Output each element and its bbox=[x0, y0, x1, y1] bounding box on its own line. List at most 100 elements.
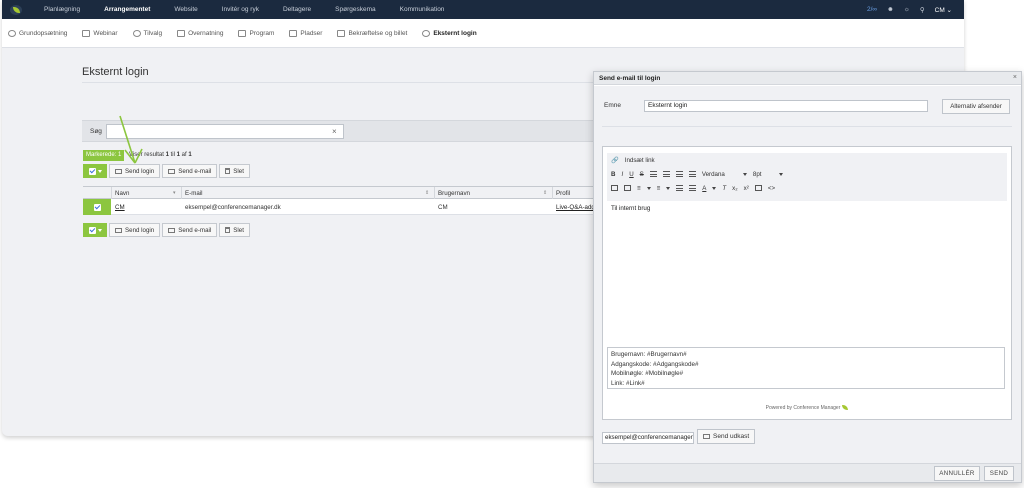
user-menu[interactable]: CM ⌄ bbox=[935, 6, 952, 14]
nav-arrangementet[interactable]: Arrangementet bbox=[104, 6, 150, 13]
align-right-icon[interactable] bbox=[675, 171, 683, 177]
send-email-button[interactable]: Send e-mail bbox=[162, 164, 218, 178]
dialog-header: Send e-mail til login × bbox=[594, 72, 1021, 85]
search-icon[interactable]: ⚲ bbox=[920, 6, 925, 14]
insert-link-button[interactable]: Indsæt link bbox=[625, 157, 655, 164]
chevron-down-icon: ⌄ bbox=[946, 6, 952, 14]
checkbox-icon bbox=[88, 167, 96, 175]
caret-down-icon bbox=[97, 228, 102, 232]
row-checkbox[interactable] bbox=[83, 199, 111, 215]
font-size-select[interactable]: 8pt bbox=[753, 171, 784, 178]
tab-eksternt-login[interactable]: Eksternt login bbox=[422, 29, 477, 37]
source-code-icon[interactable]: <> bbox=[768, 185, 775, 192]
align-left-icon[interactable] bbox=[649, 171, 657, 177]
align-center-icon[interactable] bbox=[662, 171, 670, 177]
nav-website[interactable]: Website bbox=[174, 6, 197, 13]
powered-by: Powered by Conference Manager bbox=[603, 405, 1011, 411]
editor-body-text[interactable]: Til internt brug bbox=[611, 205, 650, 212]
login-variables-box[interactable]: Brugernavn: #Brugernavn# Adgangskode: #A… bbox=[607, 347, 1005, 389]
checkbox-icon bbox=[93, 203, 101, 211]
cancel-button[interactable]: ANNULLÉR bbox=[934, 466, 980, 481]
table-icon[interactable] bbox=[624, 185, 631, 191]
col-email[interactable]: E-mail bbox=[185, 190, 203, 197]
align-justify-icon[interactable] bbox=[688, 171, 696, 177]
search-label: Søg bbox=[90, 128, 102, 135]
numbered-list-icon[interactable]: ≡ bbox=[657, 185, 661, 192]
send-login-button[interactable]: Send login bbox=[109, 223, 161, 237]
license-count[interactable]: 2/∞ bbox=[867, 6, 877, 13]
tab-tilvalg[interactable]: Tilvalg bbox=[132, 29, 162, 37]
col-navn[interactable]: Navn bbox=[115, 190, 129, 197]
outdent-icon[interactable] bbox=[676, 185, 684, 191]
image-icon[interactable] bbox=[611, 185, 618, 191]
send-draft-button[interactable]: Send udkast bbox=[697, 429, 756, 444]
delete-button[interactable]: Slet bbox=[219, 223, 250, 237]
divider bbox=[602, 126, 1012, 127]
var-link: Link: #Link# bbox=[611, 379, 645, 387]
tab-grundopsaetning[interactable]: Grundopsætning bbox=[8, 29, 67, 37]
close-icon[interactable]: × bbox=[1013, 74, 1017, 81]
bullet-list-icon[interactable]: ≡ bbox=[637, 185, 641, 192]
table-row[interactable]: CM eksempel@conferencemanager.dk CM Live… bbox=[83, 199, 603, 215]
puzzle-icon bbox=[132, 29, 141, 37]
people-icon[interactable]: ☻ bbox=[887, 6, 894, 13]
nav-deltagere[interactable]: Deltagere bbox=[283, 6, 311, 13]
nav-kommunikation[interactable]: Kommunikation bbox=[400, 6, 445, 13]
indent-icon[interactable] bbox=[689, 185, 697, 191]
sort-icon[interactable]: ▾ bbox=[173, 190, 176, 196]
tab-overnatning[interactable]: Overnatning bbox=[177, 29, 223, 37]
text-color-icon[interactable]: A bbox=[702, 185, 706, 192]
nav-planlaegning[interactable]: Planlægning bbox=[44, 6, 80, 13]
globe-icon[interactable]: ☼ bbox=[904, 6, 910, 13]
caret-down-icon bbox=[97, 169, 102, 173]
logins-table: Navn ▾ E-mail ⇕ Brugernavn ⇕ Profil CM e… bbox=[83, 186, 603, 215]
gear-icon bbox=[8, 29, 16, 37]
envelope-icon bbox=[168, 168, 176, 174]
trash-icon bbox=[225, 168, 231, 174]
superscript-icon[interactable]: x² bbox=[744, 185, 749, 192]
caret-down-icon[interactable] bbox=[666, 186, 671, 190]
send-button[interactable]: SEND bbox=[984, 466, 1014, 481]
clear-format-icon[interactable]: T bbox=[722, 185, 726, 192]
conference-manager-logo[interactable] bbox=[10, 4, 22, 15]
subscript-icon[interactable]: x₂ bbox=[732, 185, 738, 192]
underline-icon[interactable]: U bbox=[629, 171, 633, 178]
col-profil[interactable]: Profil bbox=[556, 190, 570, 197]
col-brugernavn[interactable]: Brugernavn bbox=[438, 190, 470, 197]
envelope-icon bbox=[115, 227, 122, 233]
sort-icon[interactable]: ⇕ bbox=[543, 190, 547, 196]
rich-text-editor[interactable]: 🔗 Indsæt link B I U S Verdana 8pt ≡ ≡ A … bbox=[602, 146, 1012, 420]
subject-input[interactable]: Eksternt login bbox=[644, 100, 928, 112]
paste-icon[interactable] bbox=[754, 185, 762, 191]
tab-pladser[interactable]: Pladser bbox=[289, 29, 322, 37]
row-email: eksempel@conferencemanager.dk bbox=[185, 204, 281, 211]
tab-bekraeftelse[interactable]: Bekræftelse og billet bbox=[337, 29, 407, 37]
nav-inviter-og-ryk[interactable]: Invitér og ryk bbox=[222, 6, 259, 13]
tab-webinar[interactable]: Webinar bbox=[82, 29, 118, 37]
var-password: Adgangskode: #Adgangskode# bbox=[611, 360, 699, 368]
row-name-link[interactable]: CM bbox=[115, 204, 125, 211]
italic-icon[interactable]: I bbox=[621, 171, 623, 178]
dialog-title: Send e-mail til login bbox=[599, 75, 661, 82]
clear-icon[interactable]: × bbox=[332, 127, 337, 136]
select-all-dropdown[interactable] bbox=[83, 223, 107, 237]
var-username: Brugernavn: #Brugernavn# bbox=[611, 351, 687, 358]
row-username: CM bbox=[438, 204, 448, 211]
tab-program[interactable]: Program bbox=[238, 29, 274, 37]
sort-icon[interactable]: ⇕ bbox=[425, 190, 429, 196]
nav-spoergeskema[interactable]: Spørgeskema bbox=[335, 6, 375, 13]
row-profile-link[interactable]: Live-Q&A-adg bbox=[556, 204, 595, 211]
delete-button[interactable]: Slet bbox=[219, 164, 250, 178]
draft-email-input[interactable]: eksempel@conferencemanager.dk bbox=[602, 432, 694, 444]
link-icon[interactable]: 🔗 bbox=[611, 156, 619, 164]
subject-label: Emne bbox=[604, 102, 621, 109]
caret-down-icon[interactable] bbox=[646, 186, 651, 190]
send-email-dialog: Send e-mail til login × Emne Eksternt lo… bbox=[593, 71, 1022, 483]
font-family-select[interactable]: Verdana bbox=[702, 171, 747, 178]
send-email-button[interactable]: Send e-mail bbox=[162, 223, 218, 237]
alternative-sender-button[interactable]: Alternativ afsender bbox=[942, 99, 1010, 114]
page-title: Eksternt login bbox=[82, 66, 149, 78]
caret-down-icon[interactable] bbox=[712, 186, 717, 190]
strikethrough-icon[interactable]: S bbox=[640, 171, 644, 178]
bold-icon[interactable]: B bbox=[611, 171, 615, 178]
